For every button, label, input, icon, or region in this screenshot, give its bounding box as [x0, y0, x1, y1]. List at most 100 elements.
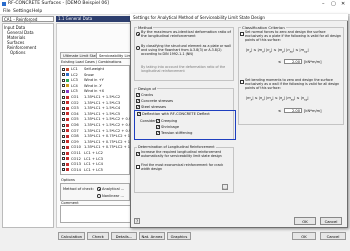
help-icon[interactable]: ? — [134, 218, 140, 224]
load-case-color-swatch — [66, 101, 69, 105]
load-case-checkbox[interactable] — [62, 140, 65, 144]
increase-reinforcement-label: Increase the required longitudinal reinf… — [141, 150, 222, 158]
load-case-checkbox[interactable] — [62, 89, 65, 93]
load-case-row[interactable]: CO1 1.35*LC1 + 1.5*LC2 — [62, 95, 129, 100]
economical-reinforcement-checkbox[interactable] — [136, 165, 140, 169]
load-case-color-swatch — [66, 134, 69, 138]
load-case-list[interactable]: LC1 Self-weight LC2 Snow LC3 Wind in +Y LC4 Win… — [60, 65, 142, 175]
steel-stresses-label: Steel stresses — [141, 105, 166, 109]
load-case-row[interactable]: LC2 Snow — [62, 73, 129, 78]
ok-button[interactable]: OK — [292, 232, 316, 240]
load-case-row[interactable]: CO9 1.35*LC1 + 0.75*LC2 + 1.5*LC4 — [62, 140, 142, 145]
load-case-color-swatch — [66, 145, 69, 149]
load-case-checkbox[interactable] — [62, 145, 65, 149]
load-case-row[interactable]: CO8 1.35*LC1 + 0.75*LC2 + 1.5*LC3 — [62, 134, 142, 139]
wall-formula: |mx| ≤ |nx| |my| ≤ |ny| |mxy| ≤ |nxy| — [246, 96, 309, 102]
load-case-row[interactable]: CO2 1.35*LC1 + 1.5*LC3 — [62, 101, 129, 106]
check-button[interactable]: Check — [87, 232, 109, 240]
menu-settings[interactable]: Settings — [13, 9, 31, 14]
load-case-code: LC2 — [71, 72, 78, 77]
wall-tolerance-label: ≤ — [278, 109, 282, 113]
load-case-color-swatch — [66, 123, 69, 127]
load-case-checkbox[interactable] — [62, 117, 65, 121]
load-case-row[interactable]: CO4 1.35*LC1 + 1.5*LC5 — [62, 112, 129, 117]
concrete-stresses-checkbox[interactable] — [136, 99, 140, 103]
menu-file[interactable]: File — [3, 9, 11, 14]
dialog-cancel-button[interactable]: Cancel — [320, 217, 342, 225]
load-case-checkbox[interactable] — [62, 78, 65, 82]
minimize-icon[interactable]: – — [322, 1, 325, 7]
plate-criterion-label: Set normal forces to zero and design the… — [245, 30, 341, 42]
load-case-row[interactable]: LC3 Wind in +Y — [62, 78, 129, 83]
load-case-code: LC4 — [71, 83, 78, 88]
load-case-code: CO14 — [71, 167, 81, 172]
load-case-checkbox[interactable] — [62, 101, 65, 105]
calculation-button[interactable]: Calculation — [58, 232, 85, 240]
load-case-row[interactable]: CO10 1.35*LC1 + 0.75*LC2 + 1.5*LC5 — [62, 145, 142, 150]
load-case-description: 1.35*LC1 + 1.5*LC3 — [84, 100, 121, 105]
load-case-color-swatch — [66, 84, 69, 88]
load-case-checkbox[interactable] — [62, 73, 65, 77]
cancel-button[interactable]: Cancel — [320, 232, 346, 240]
steel-stresses-checkbox[interactable] — [136, 105, 140, 109]
tension-stiffening-label: Tension stiffening — [161, 131, 193, 135]
cracks-label: Cracks — [141, 93, 154, 97]
details-button[interactable]: Details... — [111, 232, 137, 240]
load-case-checkbox[interactable] — [62, 129, 65, 133]
load-case-row[interactable]: CO11 LC1 + LC2 — [62, 151, 129, 156]
load-case-checkbox[interactable] — [62, 162, 66, 166]
load-case-checkbox[interactable] — [62, 157, 65, 161]
deflection-checkbox[interactable] — [137, 112, 141, 116]
load-case-row[interactable]: CO13LC1 + LC4 — [62, 162, 129, 167]
load-case-checkbox[interactable] — [62, 106, 65, 110]
load-case-row[interactable]: LC4 Wind in -Y — [62, 84, 129, 89]
load-case-description: LC1 + LC4 — [84, 162, 103, 167]
load-case-checkbox[interactable] — [62, 112, 65, 116]
creeping-checkbox[interactable] — [156, 119, 160, 123]
details-small-button[interactable]: … — [222, 184, 228, 190]
close-icon[interactable]: ✕ — [341, 1, 345, 7]
load-case-row[interactable]: CO12 LC1 + LC3 — [62, 157, 129, 162]
wall-criterion-checkbox[interactable] — [240, 80, 244, 84]
load-case-row[interactable]: CO6 1.35*LC1 + 1.5*LC2 + 0.9*LC4 — [62, 123, 140, 128]
cracks-checkbox[interactable] — [136, 93, 140, 97]
case-select[interactable]: CA1 - Reinforced concrete desi — [2, 16, 54, 27]
load-case-color-swatch — [66, 157, 69, 161]
dialog-ok-button[interactable]: OK — [294, 217, 316, 225]
load-case-row[interactable]: LC5 Wind in +X — [62, 89, 129, 94]
plate-criterion-checkbox[interactable] — [240, 32, 244, 36]
load-case-checkbox[interactable] — [62, 95, 65, 99]
graphics-button[interactable]: Graphics — [167, 232, 191, 240]
wall-criterion-label: Set bending moments to zero and design t… — [245, 78, 340, 90]
tension-stiffening-checkbox[interactable] — [156, 131, 160, 135]
load-case-checkbox[interactable] — [62, 151, 65, 155]
wall-value-field[interactable]: 2.00 — [284, 108, 302, 113]
analytical-radio[interactable] — [97, 187, 101, 191]
load-case-checkbox[interactable] — [62, 168, 66, 172]
nat-annex-button[interactable]: Nat. Annex — [139, 232, 165, 240]
plate-value-field[interactable]: 2.00 — [284, 59, 302, 64]
menu-help[interactable]: Help — [32, 9, 42, 14]
load-case-row[interactable]: CO14LC1 + LC5 — [62, 168, 129, 173]
method-option-2-radio[interactable] — [136, 46, 140, 50]
method-option-1-radio[interactable] — [136, 32, 140, 36]
shrinkage-checkbox[interactable] — [156, 125, 160, 129]
wall-unit: [kN*m/m] — [304, 109, 322, 113]
options-label: Options — [61, 178, 75, 182]
method-note: By taking into account the deformation r… — [141, 65, 226, 73]
load-case-row[interactable]: LC1 Self-weight — [62, 67, 129, 72]
load-case-checkbox[interactable] — [62, 123, 65, 127]
load-case-checkbox[interactable] — [62, 84, 65, 88]
nonlinear-radio[interactable] — [97, 194, 101, 198]
load-case-row[interactable]: CO5 1.35*LC1 + 1.5*LC2 + 0.9*LC3 — [62, 117, 140, 122]
load-case-row[interactable]: CO3 1.35*LC1 + 1.5*LC4 — [62, 106, 129, 111]
tree-item-options[interactable]: Options — [10, 50, 25, 55]
existing-loads-label: Existing Load Cases / Combinations — [61, 60, 122, 64]
load-case-checkbox[interactable] — [62, 67, 65, 71]
increase-reinforcement-checkbox[interactable] — [136, 152, 140, 156]
options-group: Method of check: Analytical ... Nonlinea… — [60, 183, 130, 201]
load-case-checkbox[interactable] — [62, 134, 65, 138]
load-case-row[interactable]: CO7 1.35*LC1 + 1.5*LC2 + 0.9*LC5 — [62, 129, 140, 134]
maximize-icon[interactable]: ▢ — [331, 1, 336, 7]
load-case-description: Wind in +Y — [84, 78, 104, 83]
